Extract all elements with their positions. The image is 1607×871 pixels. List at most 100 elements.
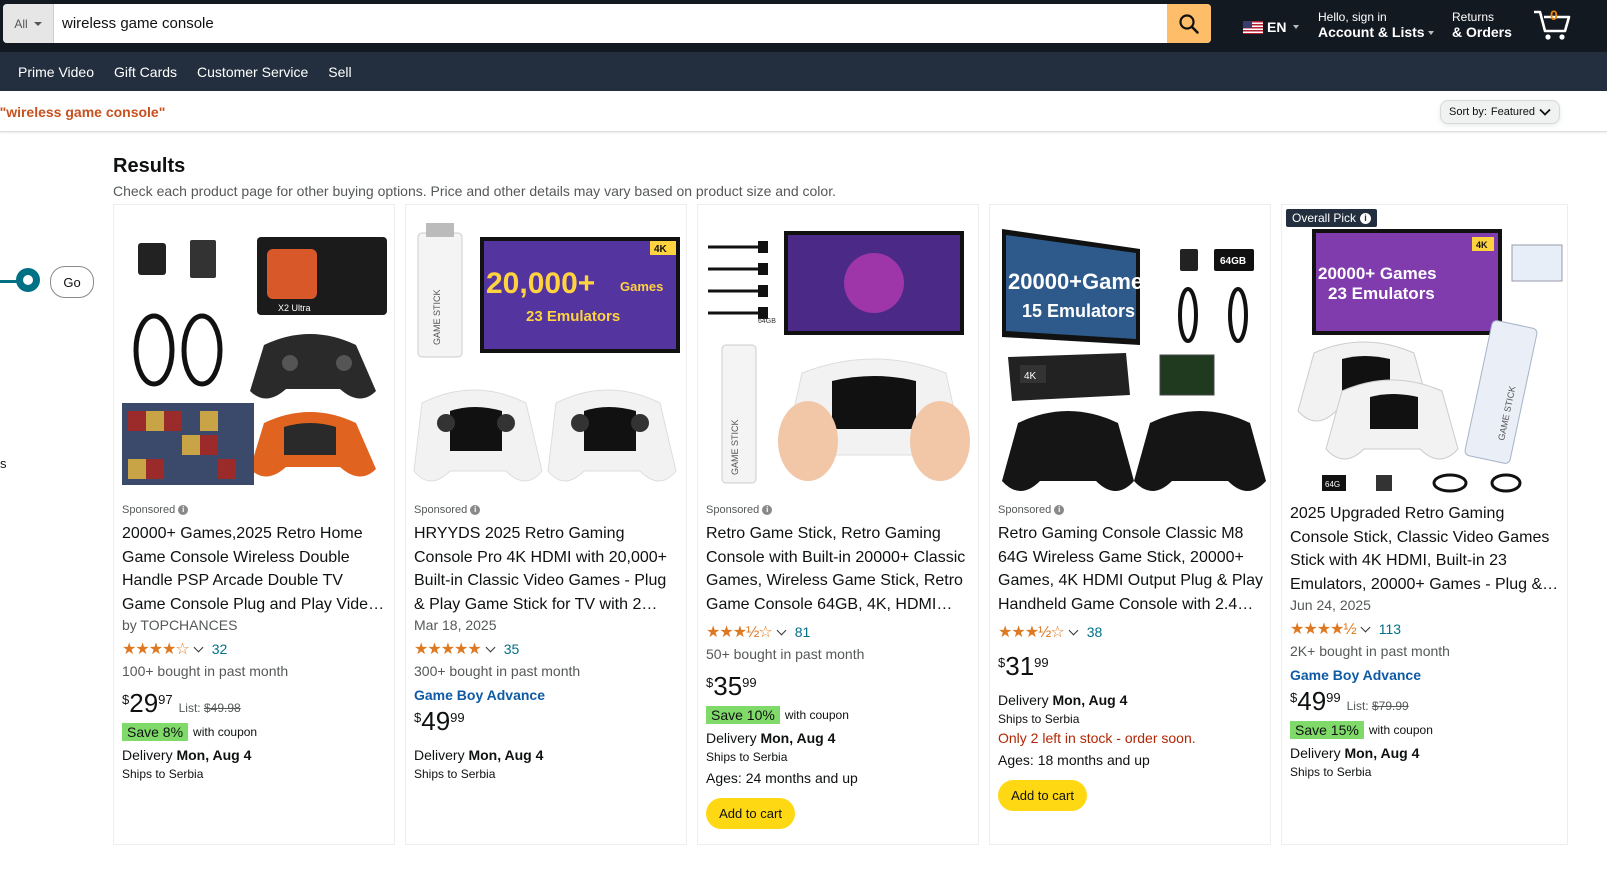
price[interactable]: $49 99 (414, 707, 680, 735)
image-4k: 4K (654, 244, 668, 255)
coupon-text: with coupon (193, 725, 258, 739)
chevron-down-icon[interactable] (1068, 625, 1079, 635)
search-input[interactable] (54, 4, 1167, 43)
chevron-down-icon (1539, 108, 1551, 116)
returns-orders[interactable]: Returns & Orders (1452, 10, 1512, 40)
list-price-value: $79.99 (1371, 699, 1409, 713)
rating-count[interactable]: 38 (1087, 624, 1103, 640)
rating-row: ★★★½☆ 81 (706, 622, 972, 642)
product-card-5: Overall Pick i 20000+ Games 23 Emulators … (1281, 204, 1568, 845)
price-fraction: 99 (1034, 655, 1049, 670)
info-icon: i (762, 505, 773, 515)
stick-label: GAME STICK (432, 289, 442, 345)
nav-customer-service[interactable]: Customer Service (197, 64, 308, 80)
product-title[interactable]: 20000+ Games,2025 Retro Home Game Consol… (122, 522, 388, 616)
price-whole: 49 (421, 706, 451, 736)
rating-count[interactable]: 81 (795, 624, 811, 640)
sponsored-label[interactable]: Sponsored i (414, 504, 680, 516)
price-whole: 31 (1005, 651, 1035, 681)
rating-count[interactable]: 113 (1379, 621, 1401, 637)
account-greeting: Hello, sign in (1318, 10, 1387, 24)
delivery-date: Mon, Aug 4 (468, 747, 544, 763)
chevron-down-icon[interactable] (485, 642, 496, 652)
star-rating[interactable]: ★★★★☆ (122, 639, 190, 659)
price[interactable]: $49 99 List: $79.99 (1290, 687, 1561, 715)
chevron-down-icon (33, 21, 42, 26)
coupon-text: with coupon (784, 708, 849, 722)
category-label: All (14, 16, 28, 31)
nav-gift-cards[interactable]: Gift Cards (114, 64, 177, 80)
product-image-art: 20,000+ Games 23 Emulators 4K GAME STICK (406, 205, 686, 495)
coupon-badge: Save 10% (706, 706, 780, 724)
search-icon (1179, 13, 1199, 34)
sponsored-label[interactable]: Sponsored i (998, 504, 1264, 516)
add-to-cart-button[interactable]: Add to cart (706, 798, 795, 829)
sponsored-text: Sponsored (998, 504, 1052, 516)
price[interactable]: $35 99 (706, 672, 972, 700)
format-link[interactable]: Game Boy Advance (414, 687, 680, 703)
bought-text: 50+ bought in past month (706, 646, 865, 662)
chevron-down-icon (1293, 25, 1300, 29)
product-title[interactable]: Retro Gaming Console Classic M8 64G Wire… (998, 522, 1264, 616)
product-card-3: GAME STICK 64GB Sponsored i Retro Game St… (697, 204, 979, 845)
product-title[interactable]: Retro Game Stick, Retro Gaming Console w… (706, 522, 972, 616)
ages-text: Ages: 18 months and up (998, 752, 1150, 768)
nav-sell[interactable]: Sell (328, 64, 351, 80)
sort-dropdown[interactable]: Sort by: Featured (1440, 100, 1560, 124)
star-rating[interactable]: ★★★★½ (1290, 619, 1357, 639)
price[interactable]: $31 99 (998, 652, 1264, 680)
price[interactable]: $29 97 List: $49.98 (122, 689, 388, 717)
star-rating[interactable]: ★★★★★ (414, 639, 482, 659)
search-bar: All (3, 4, 1211, 43)
product-card-1: X2 Ultra Sponsored i 20000+ Games,2025 Re… (113, 204, 395, 845)
cart-button[interactable]: 0 (1532, 4, 1572, 44)
product-card-2: 20,000+ Games 23 Emulators 4K GAME STICK… (405, 204, 687, 845)
add-to-cart-button[interactable]: Add to cart (998, 780, 1087, 811)
product-title[interactable]: 2025 Upgraded Retro Gaming Console Stick… (1290, 502, 1561, 596)
result-query: "wireless game console" (0, 104, 166, 120)
delivery-date: Mon, Aug 4 (176, 747, 252, 763)
product-image[interactable]: GAME STICK 64GB (698, 205, 978, 495)
product-body: Sponsored i 20000+ Games,2025 Retro Home … (122, 504, 388, 781)
language-selector[interactable]: EN (1243, 19, 1300, 35)
product-image[interactable]: X2 Ultra (114, 205, 394, 495)
product-byline: by TOPCHANCES (122, 617, 238, 633)
sponsored-label[interactable]: Sponsored i (706, 504, 972, 516)
price-slider-handle[interactable] (16, 268, 40, 292)
chevron-down-icon[interactable] (776, 625, 787, 635)
ships-text: Ships to Serbia (1290, 765, 1372, 779)
product-image[interactable]: 20,000+ Games 23 Emulators 4K GAME STICK (406, 205, 686, 495)
capacity-label: 64G (1325, 480, 1340, 489)
product-image[interactable]: 20000+ Games 23 Emulators 4K GAME STICK … (1282, 205, 1567, 495)
go-button[interactable]: Go (50, 266, 94, 298)
format-link[interactable]: Game Boy Advance (1290, 667, 1561, 683)
product-date: Mar 18, 2025 (414, 617, 497, 633)
info-icon: i (178, 505, 189, 515)
rating-count[interactable]: 32 (212, 641, 228, 657)
top-bar: All EN Hello, sign in Account & Lists Re… (0, 0, 1607, 52)
product-image[interactable]: 20000+Games 15 Emulators 64GB 4K (990, 205, 1270, 495)
account-menu[interactable]: Hello, sign in Account & Lists (1318, 10, 1434, 40)
sponsored-label[interactable]: Sponsored i (122, 504, 388, 516)
search-button[interactable] (1167, 4, 1211, 43)
image-4k: 4K (1024, 371, 1037, 382)
price-fraction: 97 (158, 692, 173, 707)
chevron-down-icon[interactable] (1360, 622, 1371, 632)
product-body: Sponsored i HRYYDS 2025 Retro Gaming Cons… (414, 504, 680, 781)
chevron-down-icon[interactable] (193, 642, 204, 652)
product-title[interactable]: HRYYDS 2025 Retro Gaming Console Pro 4K … (414, 522, 680, 616)
rating-count[interactable]: 35 (504, 641, 520, 657)
price-fraction: 99 (1326, 690, 1341, 705)
product-body: Sponsored i Retro Game Stick, Retro Gamin… (706, 504, 972, 829)
star-rating[interactable]: ★★★½☆ (998, 622, 1065, 642)
nav-prime-video[interactable]: Prime Video (18, 64, 94, 80)
coupon-row: Save 15% with coupon (1290, 721, 1561, 739)
list-label: List: (178, 701, 201, 715)
coupon-row: Save 10% with coupon (706, 706, 972, 724)
category-dropdown[interactable]: All (3, 4, 54, 43)
star-rating[interactable]: ★★★½☆ (706, 622, 773, 642)
list-label: List: (1346, 699, 1369, 713)
orders-label: & Orders (1452, 24, 1512, 40)
overall-pick-badge[interactable]: Overall Pick i (1286, 209, 1378, 227)
image-emulators: 23 Emulators (526, 308, 620, 325)
